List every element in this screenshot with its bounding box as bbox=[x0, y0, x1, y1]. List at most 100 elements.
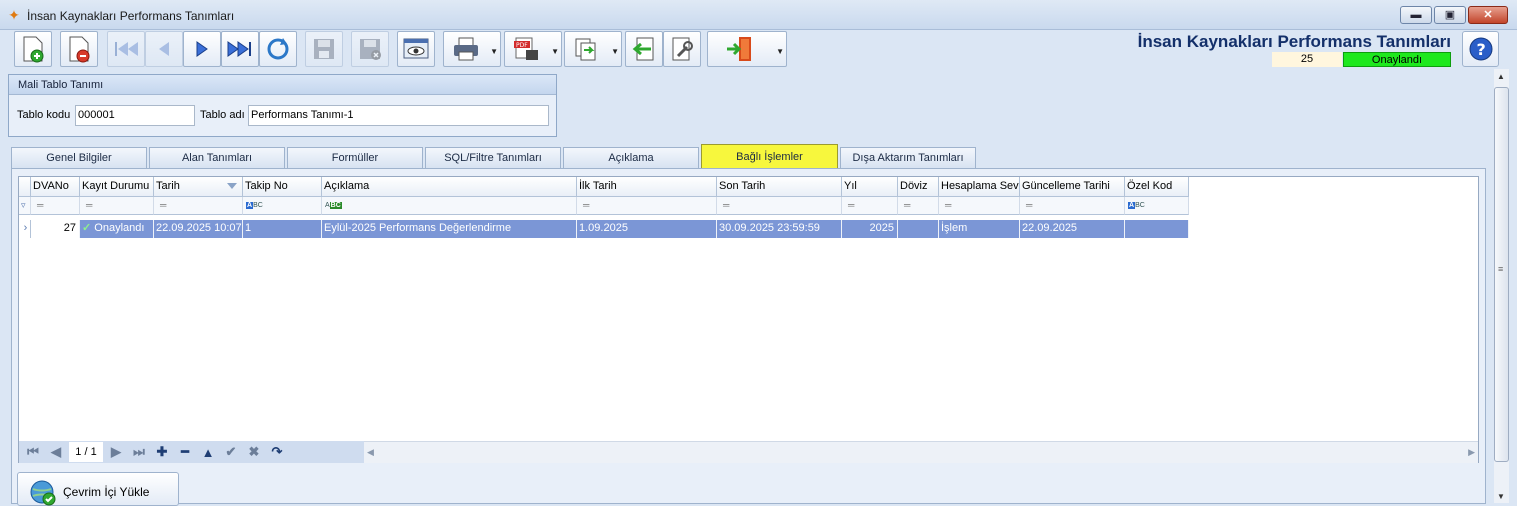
cell-guncelleme[interactable]: 22.09.2025 bbox=[1020, 220, 1125, 238]
cell-yil[interactable]: 2025 bbox=[842, 220, 898, 238]
tab-formuller[interactable]: Formüller bbox=[287, 147, 423, 169]
nav-refresh-icon[interactable]: ↷ bbox=[267, 442, 287, 462]
scroll-up-icon[interactable]: ▲ bbox=[1497, 72, 1505, 81]
tab-bagli-islemler[interactable]: Bağlı İşlemler bbox=[701, 144, 838, 170]
last-record-button[interactable] bbox=[221, 31, 259, 67]
table-row[interactable]: › 27 ✓ Onaylandı 22.09.2025 10:07 1 Eylü… bbox=[19, 220, 1189, 238]
exit-button[interactable]: ▼ bbox=[707, 31, 787, 67]
minimize-button[interactable]: ▬ bbox=[1400, 6, 1432, 24]
cell-aciklama[interactable]: Eylül-2025 Performans Değerlendirme bbox=[322, 220, 577, 238]
column-header-hesaplama[interactable]: Hesaplama Sevi bbox=[939, 177, 1020, 197]
cell-son-tarih[interactable]: 30.09.2025 23:59:59 bbox=[717, 220, 842, 238]
nav-next-icon[interactable]: ▶ bbox=[106, 442, 126, 462]
first-record-button[interactable] bbox=[107, 31, 145, 67]
preview-button[interactable] bbox=[397, 31, 435, 67]
preview-icon bbox=[403, 38, 429, 59]
column-header-ilk-tarih[interactable]: İlk Tarih bbox=[577, 177, 717, 197]
next-record-icon bbox=[196, 41, 208, 57]
window-controls: ▬ ▣ ✕ bbox=[1400, 6, 1508, 24]
filter-cell[interactable]: ABC bbox=[322, 197, 577, 215]
nav-post-icon[interactable]: ✔ bbox=[221, 442, 241, 462]
filter-cell[interactable]: ═ bbox=[154, 197, 243, 215]
tab-alan-tanimlari[interactable]: Alan Tanımları bbox=[149, 147, 285, 169]
record-number: 25 bbox=[1272, 52, 1342, 67]
cell-dvano[interactable]: 27 bbox=[31, 220, 80, 238]
exit-icon bbox=[727, 37, 751, 61]
nav-edit-icon[interactable]: ▲ bbox=[198, 442, 218, 462]
save-button[interactable] bbox=[305, 31, 343, 67]
next-record-button[interactable] bbox=[183, 31, 221, 67]
horizontal-scrollbar[interactable]: ◀ ▶ bbox=[364, 441, 1478, 463]
tab-genel-bilgiler[interactable]: Genel Bilgiler bbox=[11, 147, 147, 169]
tab-sql-filtre[interactable]: SQL/Filtre Tanımları bbox=[425, 147, 561, 169]
window-title: İnsan Kaynakları Performans Tanımları bbox=[27, 9, 235, 23]
filter-cell[interactable]: ABC bbox=[243, 197, 322, 215]
nav-add-icon[interactable]: ✚ bbox=[152, 442, 172, 462]
help-icon: ? bbox=[1469, 37, 1492, 61]
delete-document-icon bbox=[69, 36, 90, 63]
column-header-kayit-durumu[interactable]: Kayıt Durumu bbox=[80, 177, 154, 197]
pdf-export-button[interactable]: PDF ▼ bbox=[504, 31, 562, 67]
column-header-dvano[interactable]: DVANo bbox=[31, 177, 80, 197]
filter-cell[interactable]: ═ bbox=[577, 197, 717, 215]
vertical-scrollbar[interactable]: ▲ ≡ ▼ bbox=[1494, 69, 1509, 503]
filter-cell[interactable]: ABC bbox=[1125, 197, 1189, 215]
nav-last-icon[interactable]: ⏭ bbox=[129, 442, 149, 462]
print-button[interactable]: ▼ bbox=[443, 31, 501, 67]
column-header-yil[interactable]: Yıl bbox=[842, 177, 898, 197]
new-record-button[interactable] bbox=[14, 31, 52, 67]
scroll-down-icon[interactable]: ▼ bbox=[1497, 492, 1505, 501]
scroll-left-icon[interactable]: ◀ bbox=[367, 447, 374, 458]
cell-tarih[interactable]: 22.09.2025 10:07 bbox=[154, 220, 243, 238]
filter-cell[interactable]: ═ bbox=[939, 197, 1020, 215]
column-header-son-tarih[interactable]: Son Tarih bbox=[717, 177, 842, 197]
nav-cancel-icon[interactable]: ✖ bbox=[244, 442, 264, 462]
column-header-tarih[interactable]: Tarih bbox=[154, 177, 243, 197]
column-header-ozel-kod[interactable]: Özel Kod bbox=[1125, 177, 1189, 197]
transfer-icon bbox=[575, 38, 596, 61]
filter-cell[interactable]: ═ bbox=[717, 197, 842, 215]
check-icon: ✓ bbox=[82, 222, 92, 234]
filter-icon: ▿ bbox=[19, 197, 31, 215]
maximize-button[interactable]: ▣ bbox=[1434, 6, 1466, 24]
transfer-button[interactable]: ▼ bbox=[564, 31, 622, 67]
previous-record-button[interactable] bbox=[145, 31, 183, 67]
table-code-field[interactable]: 000001 bbox=[75, 105, 195, 126]
online-load-button[interactable]: Çevrim İçi Yükle bbox=[17, 472, 179, 506]
refresh-button[interactable] bbox=[259, 31, 297, 67]
new-document-icon bbox=[23, 36, 44, 63]
import-button[interactable] bbox=[625, 31, 663, 67]
cell-hesaplama[interactable]: İşlem bbox=[939, 220, 1020, 238]
nav-prev-icon[interactable]: ◀ bbox=[46, 442, 66, 462]
filter-cell[interactable]: ═ bbox=[1020, 197, 1125, 215]
column-header-guncelleme[interactable]: Güncelleme Tarihi bbox=[1020, 177, 1125, 197]
cancel-save-button[interactable] bbox=[351, 31, 389, 67]
nav-first-icon[interactable]: ⏮ bbox=[23, 442, 43, 462]
navigator-buttons: ⏮ ◀ 1 / 1 ▶ ⏭ ✚ ━ ▲ ✔ ✖ ↷ bbox=[19, 441, 364, 463]
tab-panel: DVANo Kayıt Durumu Tarih Takip No Açıkla… bbox=[11, 168, 1486, 506]
column-header-doviz[interactable]: Döviz bbox=[898, 177, 939, 197]
table-name-label: Tablo adı bbox=[200, 109, 245, 121]
filter-cell[interactable]: ═ bbox=[31, 197, 80, 215]
tools-button[interactable] bbox=[663, 31, 701, 67]
close-button[interactable]: ✕ bbox=[1468, 6, 1508, 24]
delete-record-button[interactable] bbox=[60, 31, 98, 67]
page-title: İnsan Kaynakları Performans Tanımları bbox=[1137, 32, 1451, 51]
filter-cell[interactable]: ═ bbox=[842, 197, 898, 215]
column-header-takip-no[interactable]: Takip No bbox=[243, 177, 322, 197]
cell-doviz[interactable] bbox=[898, 220, 939, 238]
nav-remove-icon[interactable]: ━ bbox=[175, 442, 195, 462]
scrollbar-thumb[interactable]: ≡ bbox=[1494, 87, 1509, 462]
tab-aciklama[interactable]: Açıklama bbox=[563, 147, 699, 169]
table-name-field[interactable]: Performans Tanımı-1 bbox=[248, 105, 549, 126]
cell-kayit-durumu[interactable]: ✓ Onaylandı bbox=[80, 220, 154, 238]
help-button[interactable]: ? bbox=[1462, 31, 1499, 67]
cell-ozel-kod[interactable] bbox=[1125, 220, 1189, 238]
filter-cell[interactable]: ═ bbox=[898, 197, 939, 215]
column-header-aciklama[interactable]: Açıklama bbox=[322, 177, 577, 197]
cell-ilk-tarih[interactable]: 1.09.2025 bbox=[577, 220, 717, 238]
tab-disa-aktarim[interactable]: Dışa Aktarım Tanımları bbox=[840, 147, 976, 169]
cell-takip-no[interactable]: 1 bbox=[243, 220, 322, 238]
filter-cell[interactable]: ═ bbox=[80, 197, 154, 215]
scroll-right-icon[interactable]: ▶ bbox=[1468, 447, 1475, 458]
